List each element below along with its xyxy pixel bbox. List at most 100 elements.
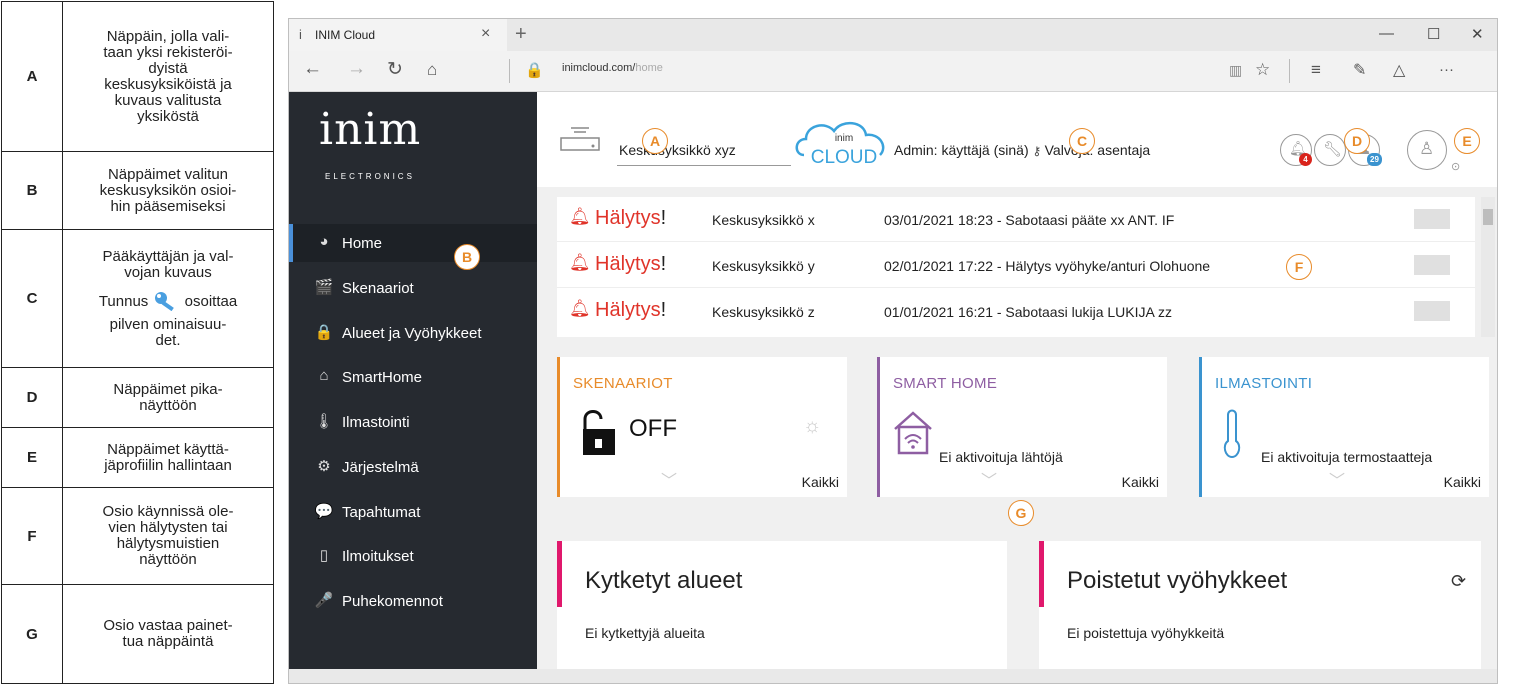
alarm-description: 03/01/2021 18:23 - Sabotaasi pääte xx AN…: [884, 212, 1175, 228]
alarm-exclamation: !: [660, 299, 667, 321]
forward-icon[interactable]: →: [347, 58, 366, 80]
tab-title: INIM Cloud: [315, 28, 376, 42]
sidebar-item-label: SmartHome: [342, 369, 423, 386]
card-skenaariot[interactable]: SKENAARIOT OFF ☼ ﹀ Kaikki: [557, 357, 847, 497]
legend-line: yksiköstä: [137, 107, 199, 125]
sidebar-item-puhekomennot[interactable]: 🎤 Puhekomennot: [289, 582, 537, 620]
sidebar-item-jarjestelma[interactable]: ⚙ Järjestelmä: [289, 448, 537, 486]
sidebar-item-home[interactable]: ◕ Home: [289, 224, 537, 262]
sidebar-item-tapahtumat[interactable]: 💬 Tapahtumat: [289, 493, 537, 531]
alarm-row[interactable]: 🔔︎ Hälytys! Keskusyksikkö x 03/01/2021 1…: [557, 197, 1475, 242]
settings-small-icon[interactable]: ⊙: [1451, 160, 1460, 173]
card-ilmastointi[interactable]: ILMASTOINTI Ei aktivoituja termostaattej…: [1199, 357, 1489, 497]
legend-key: C: [1, 229, 63, 368]
back-icon[interactable]: ←: [303, 58, 322, 80]
gears-icon: ⚙: [317, 458, 331, 475]
browser-tab[interactable]: i INIM Cloud ×: [289, 19, 507, 51]
scrollbar-thumb[interactable]: [1483, 209, 1493, 225]
card-title: SMART HOME: [893, 375, 998, 392]
sidebar-item-label: Ilmastointi: [342, 414, 410, 431]
legend-line: pilven ominaisuu-: [109, 315, 227, 333]
all-link[interactable]: Kaikki: [802, 474, 839, 490]
svg-text:CLOUD: CLOUD: [811, 147, 878, 167]
user-icon: ♙: [1419, 139, 1435, 158]
sidebar-item-label: Ilmoitukset: [342, 548, 414, 565]
sidebar-item-label: Skenaariot: [342, 280, 414, 297]
callout-a: A: [642, 128, 668, 154]
alarm-scrollbar[interactable]: [1481, 197, 1495, 337]
alarm-row[interactable]: 🔔︎ Hälytys! Keskusyksikkö z 01/01/2021 1…: [557, 289, 1475, 333]
hub-icon[interactable]: ≡: [1311, 60, 1321, 80]
control-unit-selector[interactable]: Keskusyksikkö xyz: [619, 142, 736, 158]
sidebar-item-smarthome[interactable]: ⌂ SmartHome: [289, 358, 537, 396]
legend-line: taan yksi rekisteröi-: [103, 43, 233, 61]
callout-d: D: [1344, 128, 1370, 154]
key-icon: ⚷: [1032, 144, 1045, 158]
legend-tunnus-line: Tunnus osoittaa: [69, 289, 267, 315]
all-link[interactable]: Kaikki: [1444, 474, 1481, 490]
maintenance-button[interactable]: 🔧︎: [1314, 134, 1346, 166]
new-tab-icon[interactable]: +: [515, 23, 527, 46]
panel-kytketyt-alueet: Kytketyt alueet Ei kytkettyjä alueita: [557, 541, 1007, 669]
thermometer-icon: [1221, 409, 1243, 464]
sidebar-item-label: Puhekomennot: [342, 593, 443, 610]
legend-line: hälytysmuistien: [116, 535, 220, 552]
refresh-icon[interactable]: ↻: [387, 58, 403, 81]
close-tab-icon[interactable]: ×: [481, 25, 490, 43]
alarm-count-badge: 4: [1299, 153, 1312, 166]
chevron-down-icon[interactable]: ﹀: [661, 467, 677, 491]
legend-description: Näppäimet pika- näyttöön: [62, 367, 274, 428]
thermometer-icon: 🌡: [314, 413, 334, 430]
chat-icon: 💬: [314, 503, 334, 520]
legend-key: F: [1, 487, 63, 585]
card-accent: [557, 357, 560, 497]
sidebar-item-skenaariot[interactable]: 🎬 Skenaariot: [289, 269, 537, 307]
close-window-icon[interactable]: ✕: [1471, 25, 1484, 43]
callout-e: E: [1454, 128, 1480, 154]
card-accent: [1199, 357, 1202, 497]
alarm-row[interactable]: 🔔︎ Hälytys! Keskusyksikkö y 02/01/2021 1…: [557, 243, 1475, 288]
logo-subtitle: ELECTRONICS: [325, 172, 415, 181]
legend-description: Näppäin, jolla vali- taan yksi rekisterö…: [62, 1, 274, 152]
panel-accent: [557, 541, 562, 607]
share-icon[interactable]: △: [1393, 60, 1405, 80]
bell-icon: 🔔︎: [569, 207, 591, 226]
maximize-icon[interactable]: ☐: [1427, 25, 1440, 43]
user-profile-button[interactable]: ♙: [1407, 130, 1447, 170]
refresh-icon[interactable]: ⟳: [1451, 571, 1466, 592]
sidebar-item-ilmastointi[interactable]: 🌡 Ilmastointi: [289, 403, 537, 441]
inim-logo: inim: [319, 104, 422, 155]
legend-line: vojan kuvaus: [124, 263, 212, 281]
bottom-scrollbar[interactable]: [289, 669, 1497, 683]
acknowledge-button[interactable]: [1414, 255, 1450, 275]
legend-line: keskusyksiköistä ja: [104, 75, 232, 93]
legend-line: Näppäin, jolla vali-: [106, 27, 230, 45]
card-title: ILMASTOINTI: [1215, 375, 1313, 392]
chevron-down-icon[interactable]: ﹀: [1329, 467, 1345, 491]
sun-icon: ☼: [803, 415, 822, 437]
notes-icon[interactable]: ✎: [1353, 60, 1366, 80]
sidebar-item-alueet[interactable]: 🔒 Alueet ja Vyöhykkeet: [289, 314, 537, 352]
reading-view-icon[interactable]: ▥: [1229, 62, 1242, 79]
all-link[interactable]: Kaikki: [1122, 474, 1159, 490]
more-icon[interactable]: ···: [1439, 61, 1454, 78]
minimize-icon[interactable]: —: [1379, 25, 1394, 42]
sidebar-item-ilmoitukset[interactable]: ▯ Ilmoitukset: [289, 537, 537, 575]
legend-description: Osio vastaa painet- tua näppäintä: [62, 584, 274, 684]
cloud-count-badge: 29: [1367, 153, 1382, 166]
legend-key: E: [1, 427, 63, 488]
home-icon[interactable]: ⌂: [427, 60, 437, 80]
legend-key: G: [1, 584, 63, 684]
alarm-description: 01/01/2021 16:21 - Sabotaasi lukija LUKI…: [884, 304, 1172, 320]
acknowledge-button[interactable]: [1414, 209, 1450, 229]
control-unit-icon[interactable]: [559, 124, 603, 159]
chevron-down-icon[interactable]: ﹀: [981, 467, 997, 491]
title-bar: i INIM Cloud × + — ☐ ✕: [289, 19, 1497, 51]
address-bar[interactable]: inimcloud.com/home: [562, 62, 663, 74]
legend-line: Näppäimet pika-: [113, 380, 223, 398]
favorite-star-icon[interactable]: ☆: [1255, 60, 1270, 80]
alarm-type: Hälytys!: [595, 299, 666, 322]
acknowledge-button[interactable]: [1414, 301, 1450, 321]
alarm-bell-button[interactable]: 🔔︎ 4: [1280, 134, 1312, 166]
card-smarthome[interactable]: SMART HOME Ei aktivoituja lähtöjä ﹀ Kaik…: [877, 357, 1167, 497]
